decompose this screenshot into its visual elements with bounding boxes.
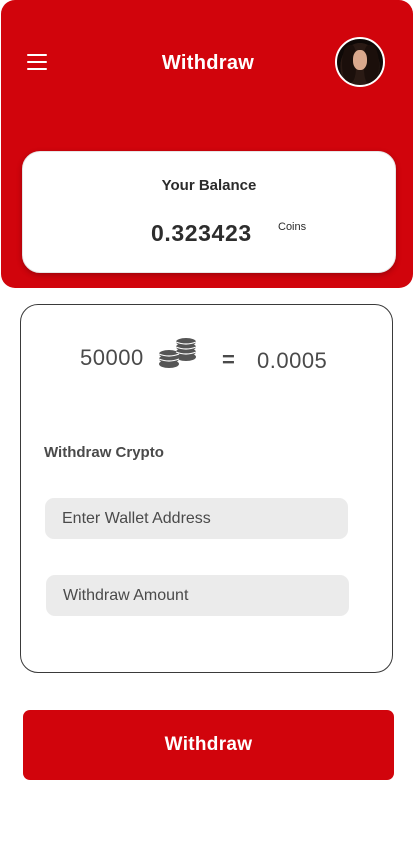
withdraw-amount-input[interactable] <box>46 575 349 616</box>
balance-unit: Coins <box>278 221 307 233</box>
withdraw-form-card: 50000 = 0.0005 Withdraw Crypto <box>20 304 393 673</box>
avatar[interactable] <box>335 37 385 87</box>
balance-value: 0.323423 <box>151 220 252 246</box>
withdraw-crypto-label: Withdraw Crypto <box>44 444 164 461</box>
avatar-face <box>353 50 367 70</box>
balance-card: Your Balance 0.323423 Coins <box>22 151 396 273</box>
wallet-address-input[interactable] <box>45 498 348 539</box>
withdraw-button[interactable]: Withdraw <box>23 710 394 780</box>
coin-stack-icon <box>158 338 197 368</box>
rate-coins-amount: 50000 <box>80 345 144 370</box>
balance-label: Your Balance <box>161 177 257 194</box>
rate-equals-sign: = <box>222 347 235 372</box>
rate-crypto-amount: 0.0005 <box>257 348 328 373</box>
